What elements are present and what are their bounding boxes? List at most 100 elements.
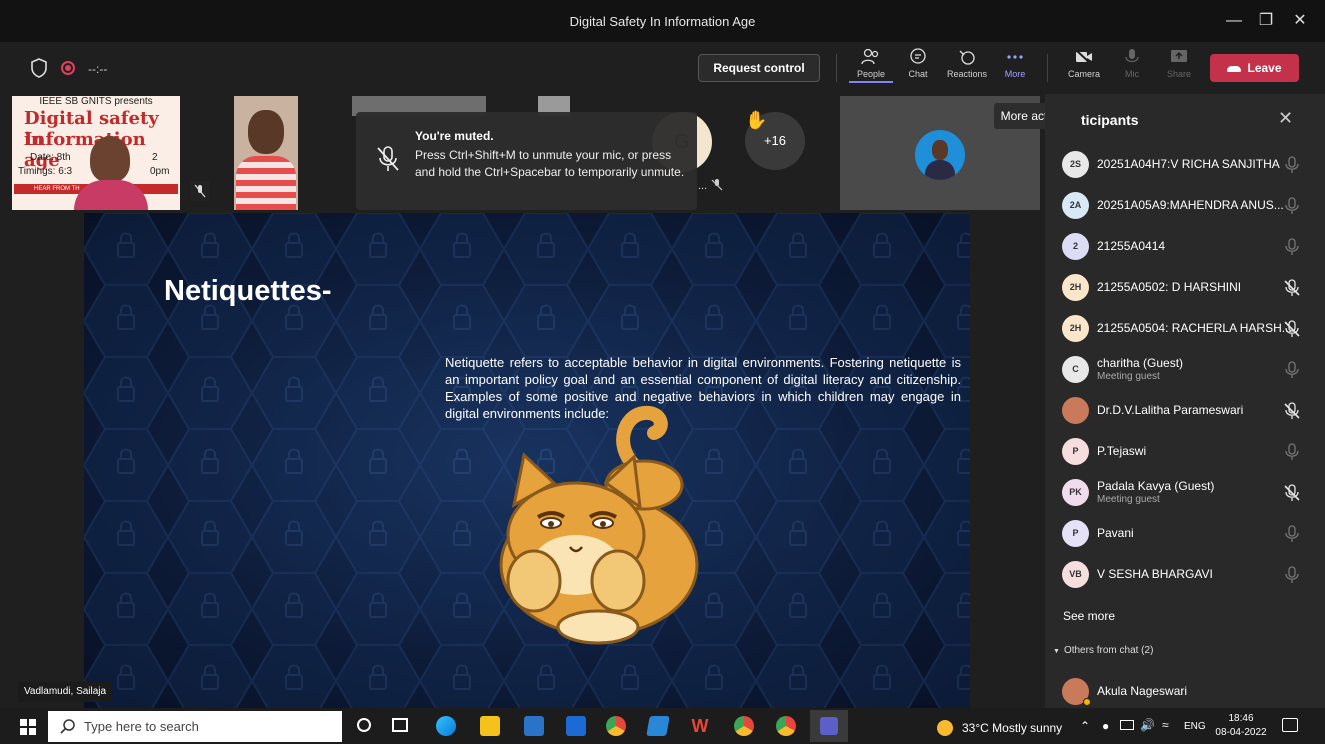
camera-button[interactable]: Camera xyxy=(1062,48,1106,79)
mic-button[interactable]: Mic xyxy=(1110,48,1154,79)
participant-row[interactable]: P P.Tejaswi xyxy=(1045,432,1325,472)
avatar: P xyxy=(1062,520,1089,547)
mail-icon[interactable] xyxy=(566,716,586,736)
mic-off-icon xyxy=(1284,320,1300,337)
minimize-icon[interactable]: — xyxy=(1220,8,1248,34)
participant-row[interactable]: P Pavani xyxy=(1045,514,1325,554)
mic-off-icon xyxy=(1284,402,1300,419)
poster-timing-end: 0pm xyxy=(150,166,170,177)
others-from-chat-header[interactable]: ▼ Others from chat (2) xyxy=(1053,645,1153,656)
close-icon[interactable]: ✕ xyxy=(1286,8,1314,34)
mic-off-icon xyxy=(1284,279,1300,296)
participant-video-poster[interactable]: IEEE SB GNITS presents Digital safety in… xyxy=(12,96,180,210)
participants-panel: ticipants ✕ 2S 20251A04H7:V RICHA SANJITH… xyxy=(1045,94,1325,708)
chrome-profile-icon[interactable] xyxy=(734,716,754,736)
participant-row[interactable]: 2A 20251A05A9:MAHENDRA ANUS... xyxy=(1045,186,1325,226)
teams-taskbar-active[interactable] xyxy=(810,710,848,742)
participant-video-2[interactable] xyxy=(234,96,298,210)
vscode-icon[interactable] xyxy=(646,716,670,736)
mic-icon xyxy=(1285,443,1299,460)
participant-name: 20251A04H7:V RICHA SANJITHA xyxy=(1097,157,1280,171)
participant-row[interactable]: VB V SESHA BHARGAVI xyxy=(1045,555,1325,595)
see-more-link[interactable]: See more xyxy=(1063,609,1115,623)
shared-slide: Netiquettes- Netiquette refers to accept… xyxy=(84,213,970,708)
leave-button[interactable]: Leave xyxy=(1210,54,1299,82)
toast-body: Press Ctrl+Shift+M to unmute your mic, o… xyxy=(415,148,685,179)
participant-name: 20251A05A9:MAHENDRA ANUS... xyxy=(1097,198,1284,212)
poster-timing: Timings: 6:3 xyxy=(18,166,73,177)
search-icon xyxy=(60,719,75,734)
tray-chevron-up-icon[interactable]: ⌃ xyxy=(1080,719,1090,733)
taskbar-clock[interactable]: 18:46 08-04-2022 xyxy=(1214,712,1268,740)
participant-row[interactable]: 2H 21255A0502: D HARSHINI xyxy=(1045,268,1325,308)
wps-office-icon[interactable]: W xyxy=(690,716,710,736)
self-avatar xyxy=(915,130,965,180)
participant-name: Dr.D.V.Lalitha Parameswari xyxy=(1097,403,1244,417)
edge-icon[interactable] xyxy=(436,716,456,736)
taskbar-search-box[interactable]: Type here to search xyxy=(48,711,342,742)
clock-time: 18:46 xyxy=(1228,713,1254,724)
more-button[interactable]: More xyxy=(993,48,1037,79)
mic-icon xyxy=(1285,197,1299,214)
share-button[interactable]: Share xyxy=(1157,48,1201,79)
raised-hand-icon: ✋ xyxy=(745,110,768,130)
tray-mic-icon[interactable]: ● xyxy=(1102,719,1109,733)
chat-button[interactable]: Chat xyxy=(896,48,940,79)
chat-icon xyxy=(910,48,926,64)
avatar: 2S xyxy=(1062,151,1089,178)
clock-date: 08-04-2022 xyxy=(1215,727,1267,738)
chat-participant-row[interactable]: Akula Nageswari xyxy=(1045,672,1325,712)
maximize-icon[interactable]: ❐ xyxy=(1252,8,1280,34)
weather-sun-icon[interactable] xyxy=(937,720,953,736)
participant-name: 21255A0414 xyxy=(1097,239,1166,253)
reactions-button[interactable]: Reactions xyxy=(944,48,990,79)
battery-icon[interactable] xyxy=(1120,720,1134,730)
windows-start-icon[interactable] xyxy=(20,719,36,735)
others-label: Others from chat (2) xyxy=(1063,645,1154,656)
recording-icon xyxy=(61,61,75,75)
participant-row[interactable]: 2H 21255A0504: RACHERLA HARSH... xyxy=(1045,309,1325,349)
weather-text[interactable]: 33°C Mostly sunny xyxy=(962,721,1062,735)
participant-2-shirt xyxy=(236,156,296,210)
mic-icon xyxy=(1285,525,1299,542)
shield-icon[interactable] xyxy=(30,58,48,78)
mic-off-icon xyxy=(1284,484,1300,501)
participant-2-face xyxy=(248,110,284,154)
request-control-button[interactable]: Request control xyxy=(698,54,820,82)
presenter-name-tag: Vadlamudi, Sailaja xyxy=(18,682,113,702)
status-badge xyxy=(1083,698,1091,706)
task-view-icon[interactable] xyxy=(392,718,408,732)
cortana-icon[interactable] xyxy=(357,718,371,732)
notification-center-icon[interactable] xyxy=(1282,718,1298,732)
participant-name: Padala Kavya (Guest) xyxy=(1097,479,1215,493)
participant-row[interactable]: Ccharitha (Guest) Meeting guest xyxy=(1045,350,1325,390)
file-explorer-icon[interactable] xyxy=(480,716,500,736)
store-icon[interactable] xyxy=(524,716,544,736)
toast-title: You're muted. xyxy=(415,129,494,143)
participant-row[interactable]: Dr.D.V.Lalitha Parameswari xyxy=(1045,391,1325,431)
reactions-icon xyxy=(959,50,975,65)
camera-off-icon xyxy=(1074,48,1093,66)
participant-row[interactable]: 2 21255A0414 xyxy=(1045,227,1325,267)
people-label: People xyxy=(856,69,886,79)
chrome-icon[interactable] xyxy=(606,716,626,736)
participant-name: charitha (Guest) xyxy=(1097,356,1184,370)
people-button[interactable]: People xyxy=(849,48,893,83)
avatar: 2A xyxy=(1062,192,1089,219)
poster-date-end: 2 xyxy=(152,152,158,163)
chrome-profile-2-icon[interactable] xyxy=(776,716,796,736)
volume-icon[interactable]: 🔊 xyxy=(1140,718,1155,732)
wifi-icon[interactable]: ≈ xyxy=(1162,718,1169,732)
mic-label: Mic xyxy=(1125,69,1139,79)
language-indicator[interactable]: ENG xyxy=(1184,721,1206,732)
mic-icon xyxy=(1285,156,1299,173)
panel-title: ticipants xyxy=(1081,112,1139,128)
participant-row[interactable]: PK Padala Kavya (Guest) Meeting guest xyxy=(1045,473,1325,513)
share-icon xyxy=(1171,50,1187,62)
close-panel-icon[interactable]: ✕ xyxy=(1278,108,1293,129)
participant-name: Akula Nageswari xyxy=(1097,684,1188,698)
windows-taskbar: Type here to search W 33°C Mostly sunny … xyxy=(0,708,1325,744)
participant-row[interactable]: 2S 20251A04H7:V RICHA SANJITHA xyxy=(1045,145,1325,185)
mic-icon xyxy=(1285,566,1299,583)
participant-name: V SESHA BHARGAVI xyxy=(1097,567,1213,581)
